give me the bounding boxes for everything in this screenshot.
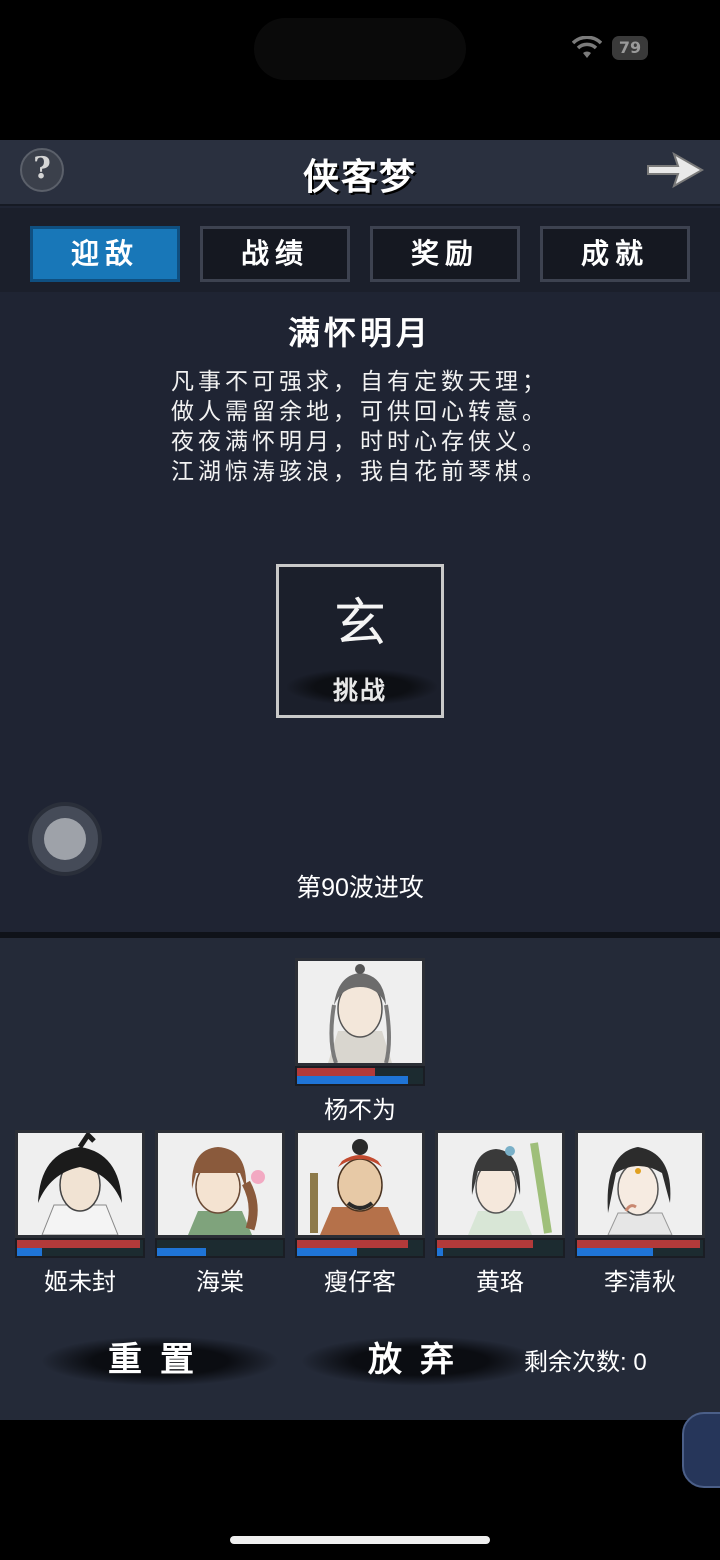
mp-bar <box>577 1248 653 1256</box>
hero-portrait <box>295 1130 425 1238</box>
mp-bar <box>297 1076 408 1084</box>
challenge-glyph: 玄 <box>333 594 386 654</box>
mp-bar <box>437 1248 443 1256</box>
mp-bar <box>17 1248 42 1256</box>
abandon-label: 放弃 <box>368 1340 472 1380</box>
reset-label: 重置 <box>108 1340 212 1380</box>
hero-portrait <box>435 1130 565 1238</box>
wave-label: 第90波进攻 <box>296 874 424 902</box>
title-bar: ? 侠客梦 <box>0 140 720 206</box>
hp-bar <box>297 1240 408 1248</box>
floating-widget[interactable] <box>682 1412 720 1488</box>
page-title: 侠客梦 <box>302 156 417 198</box>
hero-name: 杨不为 <box>324 1097 396 1124</box>
hero-portrait <box>575 1130 705 1238</box>
hero-name: 李清秋 <box>604 1269 676 1296</box>
mp-bar <box>157 1248 206 1256</box>
remaining-attempts: 剩余次数: 0 <box>524 1349 647 1376</box>
abandon-button[interactable]: 放弃 <box>300 1330 540 1390</box>
hero-portrait <box>155 1130 285 1238</box>
hero-portrait <box>15 1130 145 1238</box>
hp-bar <box>297 1068 375 1076</box>
mp-bar <box>297 1248 357 1256</box>
hero-status-bars <box>435 1238 565 1258</box>
poem-line: 凡事不可强求，自有定数天理； <box>171 369 549 395</box>
challenge-button[interactable]: 玄 挑战 <box>276 564 444 718</box>
hp-bar <box>577 1240 700 1248</box>
home-indicator[interactable] <box>230 1536 490 1544</box>
tab-rewards[interactable]: 奖励 <box>370 226 520 282</box>
status-bar: 79 <box>0 0 720 140</box>
hero-portrait <box>295 958 425 1066</box>
hero-status-bars <box>295 1238 425 1258</box>
reset-button[interactable]: 重置 <box>40 1330 280 1390</box>
tab-achievements[interactable]: 成就 <box>540 226 690 282</box>
poem-line: 江湖惊涛骇浪，我自花前琴棋。 <box>171 459 549 485</box>
joystick[interactable] <box>28 802 102 876</box>
hero-status-bars <box>575 1238 705 1258</box>
wifi-icon <box>572 36 602 58</box>
challenge-label: 挑战 <box>332 676 387 705</box>
hero-status-bars <box>295 1066 425 1086</box>
hp-bar <box>437 1240 533 1248</box>
poem-line: 做人需留余地，可供回心转意。 <box>171 399 549 425</box>
hp-bar <box>17 1240 140 1248</box>
dynamic-island <box>254 18 466 80</box>
joystick-knob[interactable] <box>44 818 86 860</box>
poem-title: 满怀明月 <box>287 314 432 352</box>
hero-status-bars <box>155 1238 285 1258</box>
tab-engage[interactable]: 迎敌 <box>30 226 180 282</box>
battery-indicator: 79 <box>612 36 648 60</box>
tab-records[interactable]: 战绩 <box>200 226 350 282</box>
app-window: ? 侠客梦 迎敌 战绩 奖励 成就 满怀明月 凡事不可强求，自有定数天理； 做人… <box>0 140 720 1420</box>
arrow-right-icon[interactable] <box>644 146 706 194</box>
hero-status-bars <box>15 1238 145 1258</box>
tab-strip: 迎敌 战绩 奖励 成就 <box>0 208 720 292</box>
poem-line: 夜夜满怀明月，时时心存侠义。 <box>171 429 549 455</box>
